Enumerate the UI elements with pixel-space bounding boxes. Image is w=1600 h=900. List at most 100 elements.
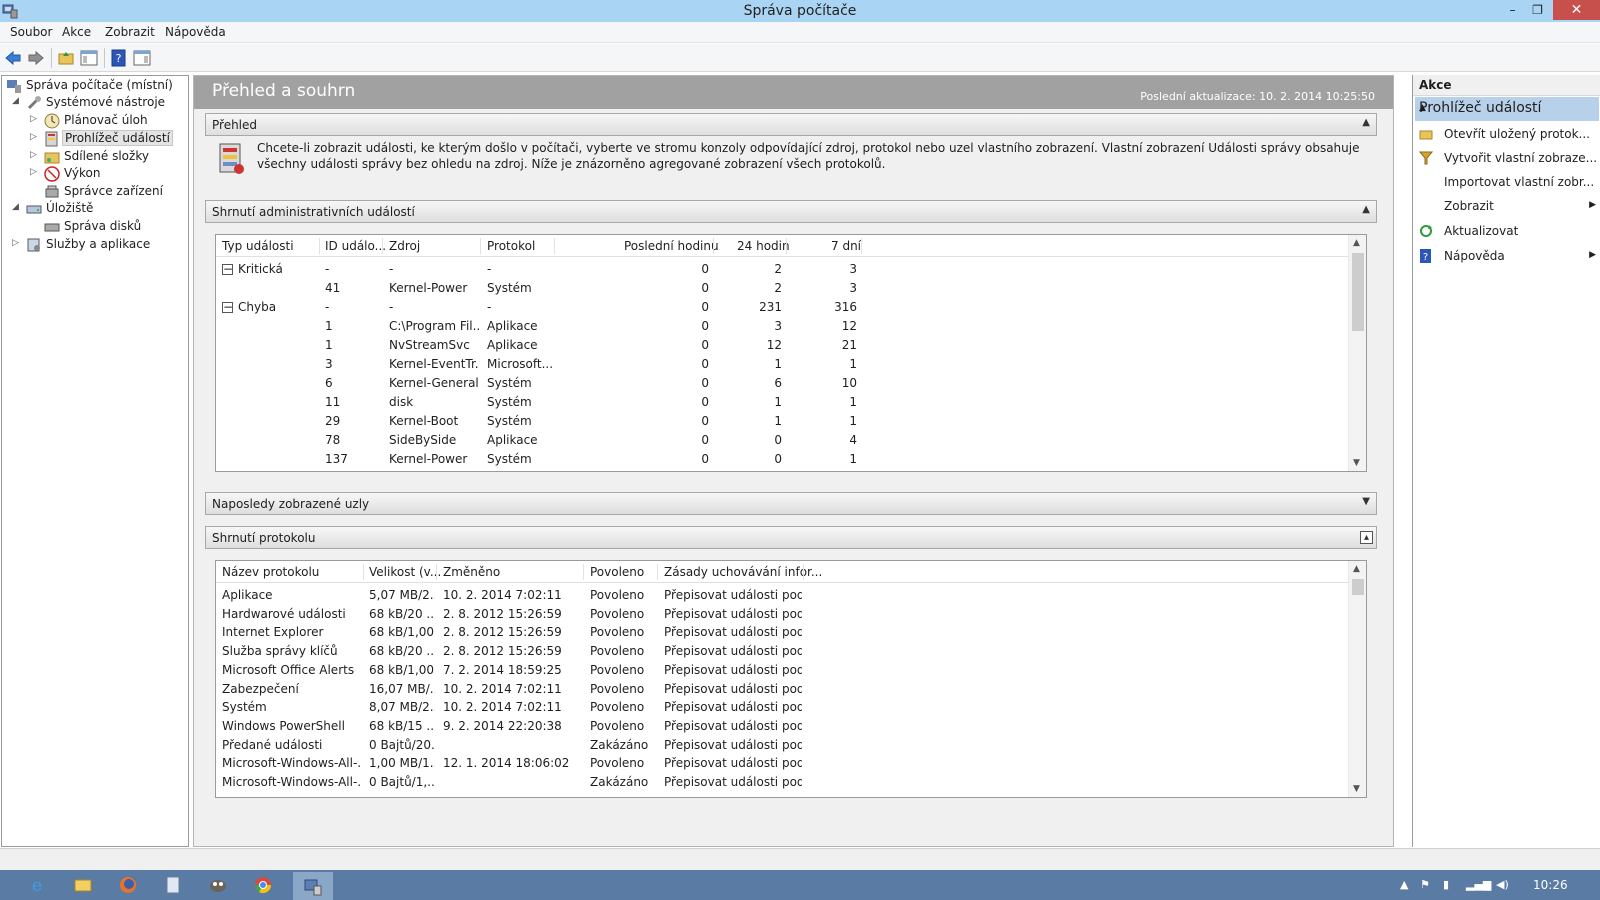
collapse-group-icon[interactable]: − bbox=[222, 302, 233, 313]
column-header[interactable]: Změněno bbox=[443, 565, 500, 579]
column-divider[interactable] bbox=[657, 564, 658, 580]
table-row[interactable]: Microsoft Office Alerts 68 kB/1,00... 7. 2… bbox=[216, 661, 1348, 680]
computer-management-taskbar-button[interactable] bbox=[293, 872, 333, 900]
column-header[interactable]: ID událo... bbox=[325, 239, 386, 253]
back-arrow-icon[interactable] bbox=[4, 49, 22, 67]
section-recent-nodes-header[interactable]: Naposledy zobrazené uzly ▼ bbox=[205, 492, 1377, 515]
action-create-custom-view[interactable]: Vytvořit vlastní zobraze... bbox=[1413, 147, 1600, 171]
expand-arrow-icon[interactable]: ▷ bbox=[12, 238, 19, 248]
scroll-up-icon[interactable]: ▲ bbox=[1353, 238, 1360, 248]
menu-help[interactable]: Nápověda bbox=[165, 25, 226, 39]
column-header[interactable]: 7 dní bbox=[831, 239, 861, 253]
column-header[interactable]: Název protokolu bbox=[222, 565, 319, 579]
taskbar-clock[interactable]: 10:26 bbox=[1533, 878, 1568, 892]
scroll-up-icon[interactable]: ▲ bbox=[1353, 564, 1360, 574]
table-row[interactable]: 3 Kernel-EventTr... Microsoft... 0 1 1 bbox=[216, 355, 1348, 374]
expand-arrow-icon[interactable]: ▷ bbox=[30, 114, 37, 124]
column-divider[interactable] bbox=[583, 564, 584, 580]
table-row[interactable]: 29 Kernel-Boot Systém 0 1 1 bbox=[216, 412, 1348, 431]
column-divider[interactable] bbox=[363, 564, 364, 580]
power-icon[interactable]: ▮ bbox=[1443, 878, 1449, 891]
help-icon[interactable]: ? bbox=[110, 49, 128, 67]
expand-arrow-icon[interactable]: ▷ bbox=[30, 150, 37, 160]
action-view[interactable]: Zobrazit ▶ bbox=[1413, 195, 1600, 219]
table-row[interactable]: Internet Explorer 68 kB/1,00... 2. 8. 2012… bbox=[216, 623, 1348, 642]
table-row[interactable]: Systém 8,07 MB/2... 10. 2. 2014 7:02:11 Pov… bbox=[216, 698, 1348, 717]
table-row[interactable]: 11 disk Systém 0 1 1 bbox=[216, 393, 1348, 412]
collapse-chevron-icon[interactable]: ▲ bbox=[1362, 204, 1370, 215]
column-divider[interactable] bbox=[713, 238, 714, 254]
collapse-group-icon[interactable]: − bbox=[222, 264, 233, 275]
vertical-scrollbar[interactable]: ▲ ▼ bbox=[1348, 561, 1366, 797]
column-header[interactable]: 24 hodin bbox=[737, 239, 790, 253]
show-hide-action-pane-icon[interactable] bbox=[133, 49, 151, 67]
collapse-arrow-icon[interactable]: ◢ bbox=[12, 96, 19, 106]
show-hidden-icons-icon[interactable]: ▲ bbox=[1400, 878, 1408, 891]
table-row[interactable]: 41 Kernel-Power Systém 0 2 3 bbox=[216, 279, 1348, 298]
table-row[interactable]: Zabezpečení 16,07 MB/... 10. 2. 2014 7:02:… bbox=[216, 680, 1348, 699]
scroll-down-icon[interactable]: ▼ bbox=[1353, 784, 1360, 794]
collapse-triangle-icon[interactable]: ▲ bbox=[1419, 103, 1595, 113]
file-explorer-icon[interactable] bbox=[73, 875, 93, 895]
table-row[interactable]: 137 Kernel-Power Systém 0 0 1 bbox=[216, 450, 1348, 469]
firefox-icon[interactable] bbox=[118, 875, 138, 895]
column-header[interactable]: Povoleno bbox=[590, 565, 644, 579]
menu-action[interactable]: Akce bbox=[62, 25, 91, 39]
scroll-down-icon[interactable]: ▼ bbox=[1353, 458, 1360, 468]
column-divider[interactable] bbox=[382, 238, 383, 254]
column-divider[interactable] bbox=[861, 238, 862, 254]
column-header[interactable]: Poslední hodinu bbox=[624, 239, 719, 253]
chrome-icon[interactable] bbox=[253, 875, 273, 895]
menu-file[interactable]: Soubor bbox=[10, 25, 52, 39]
column-divider[interactable] bbox=[803, 564, 804, 580]
close-button[interactable]: ✕ bbox=[1553, 0, 1600, 20]
action-refresh[interactable]: Aktualizovat bbox=[1413, 220, 1600, 244]
collapse-arrow-icon[interactable]: ◢ bbox=[12, 202, 19, 212]
section-overview-header[interactable]: Přehled ▲ bbox=[205, 113, 1377, 136]
expand-chevron-icon[interactable]: ▼ bbox=[1362, 496, 1370, 507]
table-row[interactable]: 78 SideBySide Aplikace 0 0 4 bbox=[216, 431, 1348, 450]
collapse-chevron-icon[interactable]: ▲ bbox=[1362, 117, 1370, 128]
expand-arrow-icon[interactable]: ▷ bbox=[30, 132, 37, 142]
action-import-custom-view[interactable]: Importovat vlastní zobr... bbox=[1413, 171, 1600, 195]
action-open-saved-log[interactable]: Otevřít uložený protok... bbox=[1413, 123, 1600, 147]
column-divider[interactable] bbox=[436, 564, 437, 580]
column-divider[interactable] bbox=[786, 238, 787, 254]
show-hide-tree-icon[interactable] bbox=[80, 49, 98, 67]
actions-subheader[interactable]: Prohlížeč událostí ▲ bbox=[1415, 97, 1599, 121]
column-divider[interactable] bbox=[319, 238, 320, 254]
table-row[interactable]: Hardwarové události 68 kB/20 ... 2. 8. 201… bbox=[216, 605, 1348, 624]
table-row[interactable]: 1 NvStreamSvc Aplikace 0 12 21 bbox=[216, 336, 1348, 355]
gimp-icon[interactable] bbox=[208, 875, 228, 895]
table-row[interactable]: Microsoft-Windows-All-... 1,00 MB/1... 12.… bbox=[216, 754, 1348, 773]
maximize-button[interactable]: ❐ bbox=[1523, 0, 1552, 20]
table-row[interactable]: Microsoft-Windows-All-... 0 Bajtů/1,... Za… bbox=[216, 773, 1348, 792]
table-row[interactable]: Služba správy klíčů 68 kB/20 ... 2. 8. 201… bbox=[216, 642, 1348, 661]
scroll-thumb[interactable] bbox=[1352, 253, 1364, 331]
table-row[interactable]: − Kritická - - - 0 2 3 bbox=[216, 260, 1348, 279]
notepad-icon[interactable] bbox=[163, 875, 183, 895]
up-folder-icon[interactable] bbox=[57, 49, 75, 67]
column-header[interactable]: Zdroj bbox=[389, 239, 420, 253]
table-row[interactable]: 6 Kernel-General Systém 0 6 10 bbox=[216, 374, 1348, 393]
action-center-flag-icon[interactable]: ⚑ bbox=[1420, 878, 1430, 891]
internet-explorer-icon[interactable]: e bbox=[27, 875, 47, 895]
action-help[interactable]: ? Nápověda ▶ bbox=[1413, 245, 1600, 269]
column-header[interactable]: Zásady uchovávání infor... bbox=[664, 565, 822, 579]
menu-view[interactable]: Zobrazit bbox=[105, 25, 155, 39]
table-row[interactable]: 1 C:\Program Fil... Aplikace 0 3 12 bbox=[216, 317, 1348, 336]
column-header[interactable]: Protokol bbox=[487, 239, 535, 253]
column-divider[interactable] bbox=[554, 238, 555, 254]
scroll-thumb[interactable] bbox=[1352, 579, 1364, 595]
table-row[interactable]: Aplikace 5,07 MB/2... 10. 2. 2014 7:02:11 P… bbox=[216, 586, 1348, 605]
section-log-summary-header[interactable]: Shrnutí protokolu ▴ bbox=[205, 526, 1377, 549]
expand-arrow-icon[interactable]: ▷ bbox=[30, 167, 37, 177]
table-row[interactable]: Windows PowerShell 68 kB/15 ... 9. 2. 2014… bbox=[216, 717, 1348, 736]
vertical-scrollbar[interactable]: ▲ ▼ bbox=[1348, 235, 1366, 471]
network-icon[interactable]: ▂▄▆ bbox=[1466, 878, 1491, 891]
column-header[interactable]: Typ události bbox=[222, 239, 294, 253]
forward-arrow-icon[interactable] bbox=[27, 49, 45, 67]
table-row[interactable]: Předané události 0 Bajtů/20... Zakázáno Pře… bbox=[216, 736, 1348, 755]
column-divider[interactable] bbox=[480, 238, 481, 254]
column-header[interactable]: Velikost (v... bbox=[369, 565, 441, 579]
